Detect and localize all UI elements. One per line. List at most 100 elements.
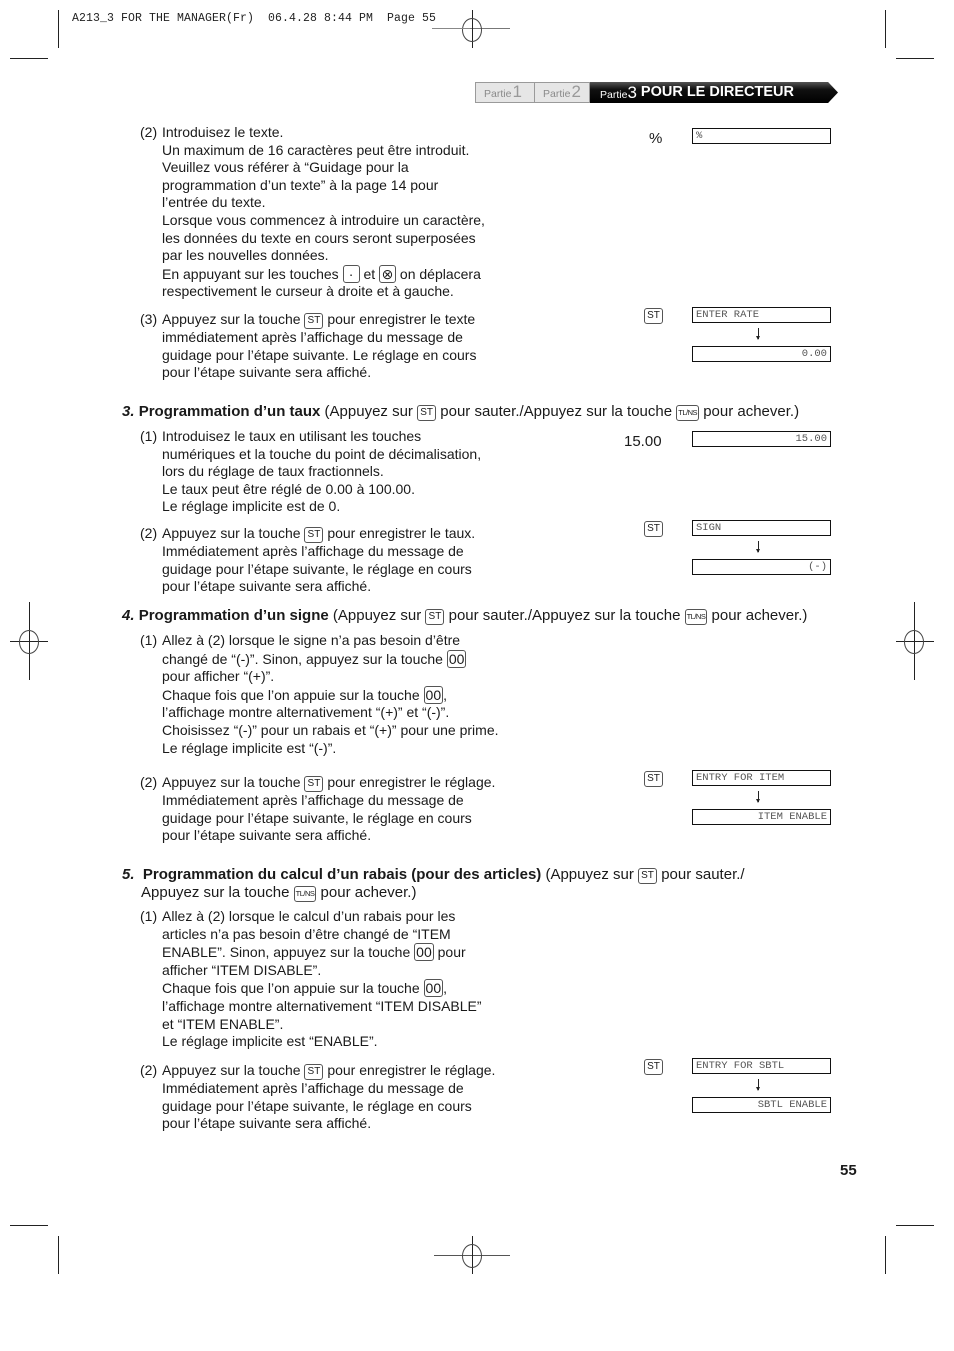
arrow-down-icon — [756, 1079, 760, 1091]
section-4-heading: 4. Programmation d’un signe (Appuyez sur… — [122, 607, 807, 625]
text-fragment: on déplacera — [399, 265, 481, 282]
text-line: respectivement le curseur à droite et à … — [162, 283, 454, 300]
text-line: pour l’étape suivante sera affiché. — [162, 827, 372, 844]
crop-mark — [896, 58, 934, 59]
text-line: Appuyez sur la touche ST pour enregistre… — [162, 1062, 495, 1080]
step-number: (3) — [140, 311, 158, 327]
registration-mark-icon — [462, 1244, 482, 1268]
text-line: guidage pour l’étape suivante. Le réglag… — [162, 346, 477, 363]
text-line: pour l’étape suivante sera affiché. — [162, 1115, 372, 1132]
crop-mark — [10, 58, 48, 59]
display-enter-rate: ENTER RATE — [692, 307, 831, 323]
text-line: articles n’a pas besoin d’être changé de… — [162, 925, 451, 942]
display-text: % — [692, 128, 831, 144]
section-title: Programmation d’un signe — [138, 607, 329, 624]
section-number: 5. — [122, 866, 135, 883]
arrow-down-icon — [756, 328, 760, 340]
tab-partie-1: Partie 1 — [475, 82, 535, 103]
text-line: Lorsque vous commencez à introduire un c… — [162, 211, 485, 228]
registration-mark-icon — [462, 18, 482, 42]
text-line: guidage pour l’étape suivante, le réglag… — [162, 560, 472, 577]
text-line: les données du texte en cours seront sup… — [162, 229, 476, 246]
tlns-key-icon: TL/NS — [684, 609, 708, 625]
tab-label: Partie — [484, 88, 512, 100]
text-fragment: Chaque fois que l’on appuie sur la touch… — [162, 686, 420, 703]
step-number: (1) — [140, 632, 158, 648]
tab-partie-3-active: Partie 3 POUR LE DIRECTEUR — [590, 82, 838, 103]
section-5-heading: 5. Programmation du calcul d’un rabais (… — [122, 866, 745, 884]
text-line: par les nouvelles données. — [162, 247, 329, 264]
text-fragment: , — [443, 980, 447, 997]
tab-label: Partie — [543, 88, 571, 100]
display-entry-for-item: ENTRY FOR ITEM — [692, 770, 831, 786]
text-line: guidage pour l’étape suivante, le réglag… — [162, 1097, 472, 1114]
percent-key-input: % — [649, 130, 663, 147]
step-number: (1) — [140, 428, 158, 444]
text-line: Un maximum de 16 caractères peut être in… — [162, 141, 470, 158]
text-line: Introduisez le taux en utilisant les tou… — [162, 428, 422, 444]
text-line: l’affichage montre alternativement “ITEM… — [162, 997, 482, 1014]
text-line: pour l’étape suivante sera affiché. — [162, 578, 372, 595]
text-fragment: (Appuyez sur — [545, 866, 634, 883]
st-key-icon: ST — [638, 868, 658, 884]
text-line: afficher “ITEM DISABLE”. — [162, 961, 322, 978]
text-line: changé de “(-)”. Sinon, appuyez sur la t… — [162, 649, 499, 669]
registration-mark-icon — [19, 630, 39, 654]
text-fragment: pour sauter./Appuyez sur la touche — [440, 403, 673, 420]
text-line: Appuyez sur la touche ST pour enregistre… — [162, 311, 476, 329]
double-zero-key-icon: 00 — [423, 979, 444, 998]
step-number: (2) — [140, 1062, 158, 1078]
text-line: lors du réglage de taux fractionnels. — [162, 463, 384, 480]
text-line: Appuyez sur la touche ST pour enregistre… — [162, 774, 495, 792]
arrow-down-icon — [756, 791, 760, 803]
text-line: Le réglage implicite est “(-)”. — [162, 739, 337, 756]
step-number: (2) — [140, 124, 158, 140]
text-fragment: Appuyez sur la touche — [162, 525, 301, 541]
tlns-key-icon: TL/NS — [293, 886, 317, 902]
text-line: guidage pour l’étape suivante, le réglag… — [162, 809, 472, 826]
st-key-icon: ST — [644, 1059, 663, 1075]
section-3-heading: 3. Programmation d’un taux (Appuyez sur … — [122, 403, 799, 421]
crop-mark — [885, 1236, 886, 1274]
text-line: Immédiatement après l’affichage du messa… — [162, 543, 464, 559]
step-number: (2) — [140, 525, 158, 541]
text-fragment: pour enregistrer le texte — [327, 311, 476, 327]
text-fragment: Appuyez sur la touche — [162, 774, 301, 790]
text-line: l’affichage montre alternativement “(+)”… — [162, 704, 450, 721]
tab-label: Partie — [600, 89, 628, 101]
st-key-icon: ST — [644, 308, 663, 324]
text-line: et “ITEM ENABLE”. — [162, 1015, 284, 1032]
dot-key-icon: · — [342, 264, 360, 283]
display-item-enable: ITEM ENABLE — [692, 809, 831, 825]
text-fragment: pour enregistrer le réglage. — [327, 1062, 496, 1078]
text-line: immédiatement après l’affichage du messa… — [162, 329, 463, 345]
text-fragment: changé de “(-)”. Sinon, appuyez sur la t… — [162, 650, 443, 667]
st-key-icon: ST — [425, 609, 445, 625]
crop-mark — [10, 1225, 48, 1226]
section-title: Programmation d’un taux — [138, 403, 321, 420]
text-line: En appuyant sur les touches · et ⊗ on dé… — [162, 264, 485, 284]
text-line: Le réglage implicite est “ENABLE”. — [162, 1033, 378, 1050]
st-key-icon: ST — [304, 527, 324, 543]
section-number: 4. — [122, 607, 135, 624]
tab-number: 2 — [571, 82, 581, 101]
text-line: numériques et la touche du point de déci… — [162, 445, 482, 462]
text-line: pour afficher “(+)”. — [162, 668, 275, 685]
text-line: Immédiatement après l’affichage du messa… — [162, 1080, 464, 1096]
section-title: POUR LE DIRECTEUR — [640, 84, 794, 100]
tab-number: 1 — [512, 82, 522, 101]
double-zero-key-icon: 00 — [446, 649, 467, 668]
arrow-down-icon — [756, 541, 760, 553]
text-fragment: Chaque fois que l’on appuie sur la touch… — [162, 980, 420, 997]
print-slug: A213_3 FOR THE MANAGER(Fr) 06.4.28 8:44 … — [72, 12, 437, 25]
text-line: Allez à (2) lorsque le signe n’a pas bes… — [162, 632, 461, 648]
text-line: Introduisez le texte. — [162, 124, 284, 140]
text-fragment: pour achever.) — [703, 403, 800, 420]
st-key-icon: ST — [417, 405, 437, 421]
section-title: Programmation du calcul d’un rabais (pou… — [142, 866, 542, 883]
text-line: Chaque fois que l’on appuie sur la touch… — [162, 979, 482, 998]
text-line: Appuyez sur la touche ST pour enregistre… — [162, 525, 475, 543]
text-line: Veuillez vous référer à “Guidage pour la — [162, 159, 409, 176]
step-number: (2) — [140, 774, 158, 790]
text-line: l’entrée du texte. — [162, 194, 266, 211]
